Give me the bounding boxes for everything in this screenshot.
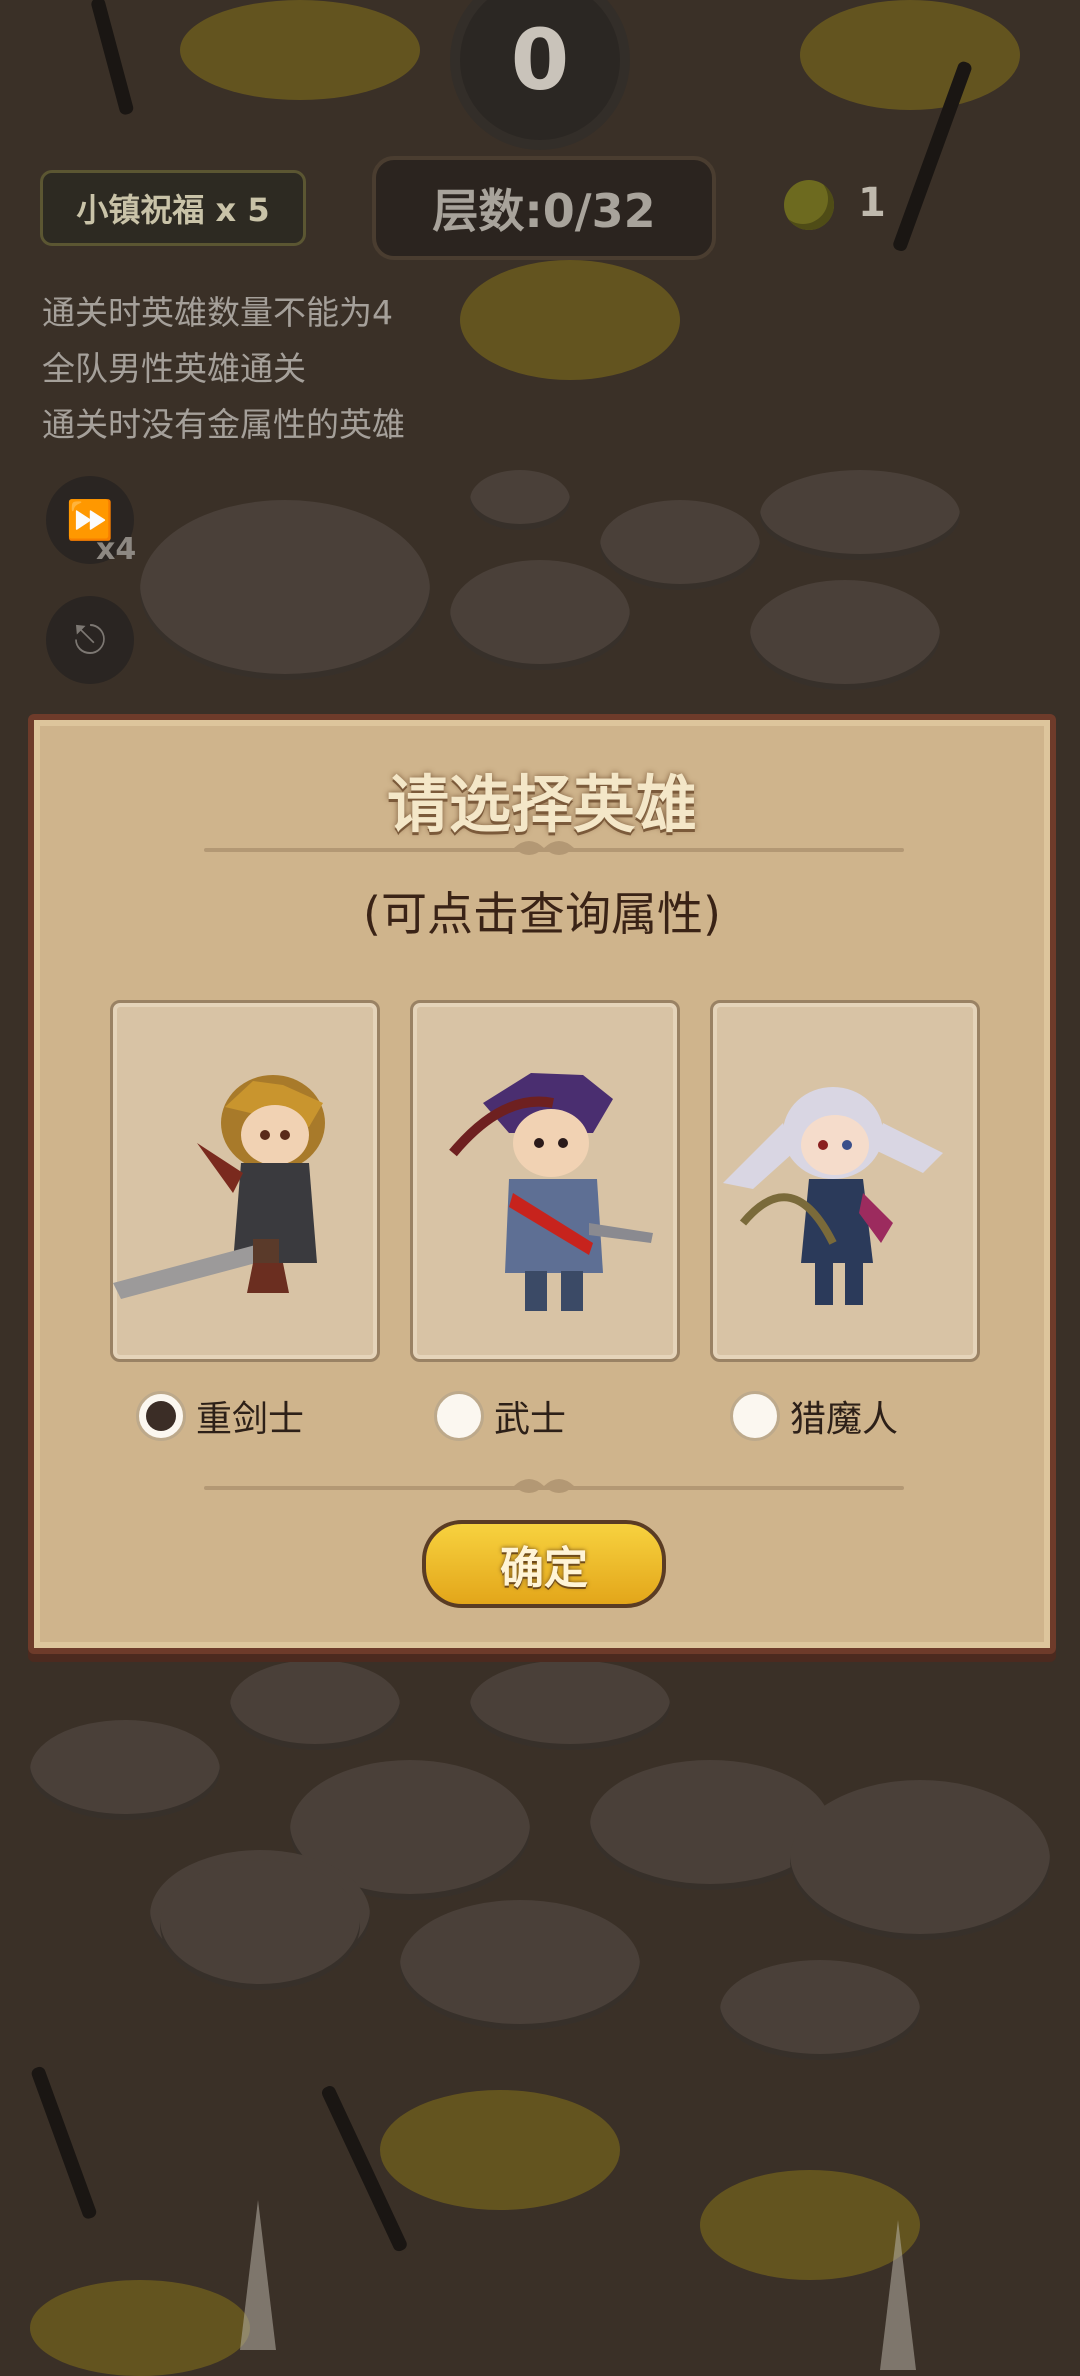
fang	[240, 2200, 276, 2350]
radio-button[interactable]	[434, 1391, 484, 1441]
option-label: 猎魔人	[790, 1399, 899, 1440]
radio-button[interactable]	[730, 1391, 780, 1441]
stone	[720, 1960, 920, 2060]
hero-card-heavy-swordsman[interactable]	[110, 1000, 380, 1362]
stone	[30, 1720, 220, 1820]
dialog-title: 请选择英雄	[386, 768, 697, 841]
stone	[600, 500, 760, 590]
exit-icon: ⎋	[74, 617, 106, 663]
stone	[400, 1900, 640, 2030]
option-heavy-swordsman[interactable]: 重剑士	[136, 1390, 304, 1442]
bush	[380, 2090, 620, 2210]
stone	[470, 470, 570, 530]
option-demon-hunter[interactable]: 猎魔人	[730, 1390, 898, 1442]
speed-multiplier: x4	[96, 532, 137, 567]
stone	[160, 1860, 360, 1990]
stone	[450, 560, 630, 670]
demon-hunter-icon	[723, 1087, 943, 1305]
bush	[30, 2280, 250, 2376]
bush	[800, 0, 1020, 110]
stone	[470, 1660, 670, 1750]
option-label: 武士	[494, 1399, 567, 1440]
stone	[750, 580, 940, 690]
hero-select-dialog: 请选择英雄 (可点击查询属性) 重剑士 武士 猎魔人 确定	[28, 714, 1056, 1654]
radio-button-selected[interactable]	[136, 1391, 186, 1441]
confirm-button[interactable]: 确定	[422, 1520, 666, 1608]
hero-card-warrior[interactable]	[410, 1000, 680, 1362]
stick	[30, 2065, 98, 2221]
dialog-subtitle: (可点击查询属性)	[363, 887, 721, 941]
fang	[880, 2220, 916, 2370]
stone	[790, 1780, 1050, 1940]
hero-card-demon-hunter[interactable]	[710, 1000, 980, 1362]
warrior-icon	[449, 1073, 653, 1311]
option-label: 重剑士	[196, 1399, 305, 1440]
coin-count: 1	[858, 180, 886, 226]
coin-icon	[784, 180, 834, 230]
stone	[230, 1660, 400, 1750]
blessing-badge[interactable]: 小镇祝福 x 5	[40, 170, 306, 246]
heavy-swordsman-icon	[113, 1075, 325, 1299]
ornament-icon	[514, 1479, 574, 1493]
option-warrior[interactable]: 武士	[434, 1390, 566, 1442]
bush	[180, 0, 420, 100]
task-item: 通关时英雄数量不能为4	[42, 293, 393, 332]
exit-button[interactable]: ⎋	[46, 596, 134, 684]
task-item: 全队男性英雄通关	[42, 349, 306, 388]
task-item: 通关时没有金属性的英雄	[42, 405, 405, 444]
ornament-icon	[514, 841, 574, 855]
floor-counter: 层数:0/32	[372, 156, 716, 260]
bush	[460, 260, 680, 380]
stick	[90, 0, 135, 116]
stone	[140, 500, 430, 680]
stone	[760, 470, 960, 560]
